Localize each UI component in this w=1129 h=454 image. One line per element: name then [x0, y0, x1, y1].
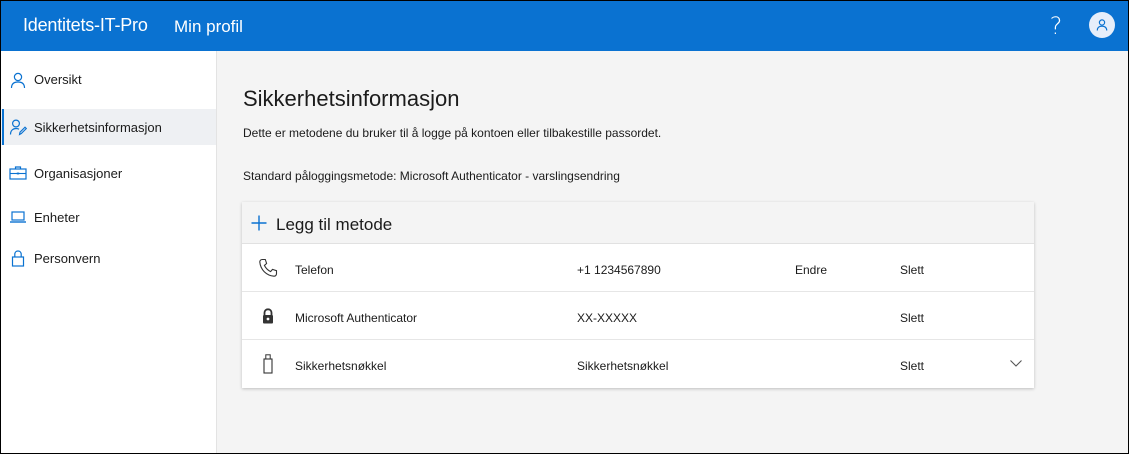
briefcase-icon — [9, 166, 27, 180]
edit-phone-link[interactable]: Endre — [795, 263, 827, 277]
add-method-label: Legg til metode — [276, 215, 393, 234]
method-row-phone: Telefon +1 1234567890 Endre Slett — [242, 244, 1034, 292]
add-method-button[interactable]: Legg til metode — [242, 202, 1034, 244]
method-name: Telefon — [295, 263, 334, 277]
chevron-down-icon[interactable] — [1009, 356, 1023, 370]
sidebar-item-organisasjoner[interactable]: Organisasjoner — [1, 155, 216, 191]
method-value: Sikkerhetsnøkkel — [577, 359, 669, 373]
app-title[interactable]: Identitets-IT-Pro — [23, 15, 148, 36]
delete-phone-link[interactable]: Slett — [900, 263, 924, 277]
page-description: Dette er metodene du bruker til å logge … — [243, 126, 662, 140]
usb-key-icon — [263, 354, 273, 374]
method-name: Sikkerhetsnøkkel — [295, 359, 387, 373]
help-button[interactable]: ? — [1043, 10, 1069, 42]
sidebar: Oversikt Sikkerhetsinformasjon Organisas… — [1, 51, 217, 453]
sidebar-item-label: Sikkerhetsinformasjon — [34, 120, 162, 135]
sidebar-item-sikkerhetsinformasjon[interactable]: Sikkerhetsinformasjon — [1, 109, 216, 145]
plus-icon — [251, 215, 267, 231]
methods-card: Legg til metode Telefon +1 1234567890 En… — [242, 202, 1034, 388]
sidebar-item-label: Enheter — [34, 210, 80, 225]
main-content: Sikkerhetsinformasjon Dette er metodene … — [218, 51, 1128, 453]
delete-authenticator-link[interactable]: Slett — [900, 311, 924, 325]
window-frame: Identitets-IT-Pro Min profil ? Oversikt … — [0, 0, 1129, 454]
default-signin-method: Standard påloggingsmetode: Microsoft Aut… — [243, 169, 620, 183]
avatar[interactable] — [1089, 12, 1115, 38]
method-value: XX-XXXXX — [577, 311, 638, 325]
method-name: Microsoft Authenticator — [295, 311, 418, 325]
method-value: +1 1234567890 — [577, 263, 661, 277]
delete-security-key-link[interactable]: Slett — [900, 359, 924, 373]
laptop-icon — [10, 211, 26, 223]
sidebar-item-oversikt[interactable]: Oversikt — [1, 62, 216, 98]
method-row-security-key: Sikkerhetsnøkkel Sikkerhetsnøkkel Slett — [242, 340, 1034, 388]
person-edit-icon — [9, 119, 27, 136]
top-header: Identitets-IT-Pro Min profil ? — [1, 1, 1128, 51]
sidebar-item-label: Oversikt — [34, 72, 82, 87]
sidebar-item-personvern[interactable]: Personvern — [1, 240, 216, 276]
phone-icon — [259, 258, 278, 277]
authenticator-lock-icon — [263, 308, 273, 324]
page-name[interactable]: Min profil — [174, 17, 243, 37]
lock-icon — [11, 250, 25, 267]
method-row-authenticator: Microsoft Authenticator XX-XXXXX Slett — [242, 292, 1034, 340]
sidebar-item-label: Personvern — [34, 251, 101, 266]
person-icon — [10, 72, 26, 89]
user-icon — [1096, 19, 1108, 31]
sidebar-item-enheter[interactable]: Enheter — [1, 199, 216, 235]
sidebar-item-label: Organisasjoner — [34, 166, 123, 181]
page-title: Sikkerhetsinformasjon — [243, 86, 460, 111]
